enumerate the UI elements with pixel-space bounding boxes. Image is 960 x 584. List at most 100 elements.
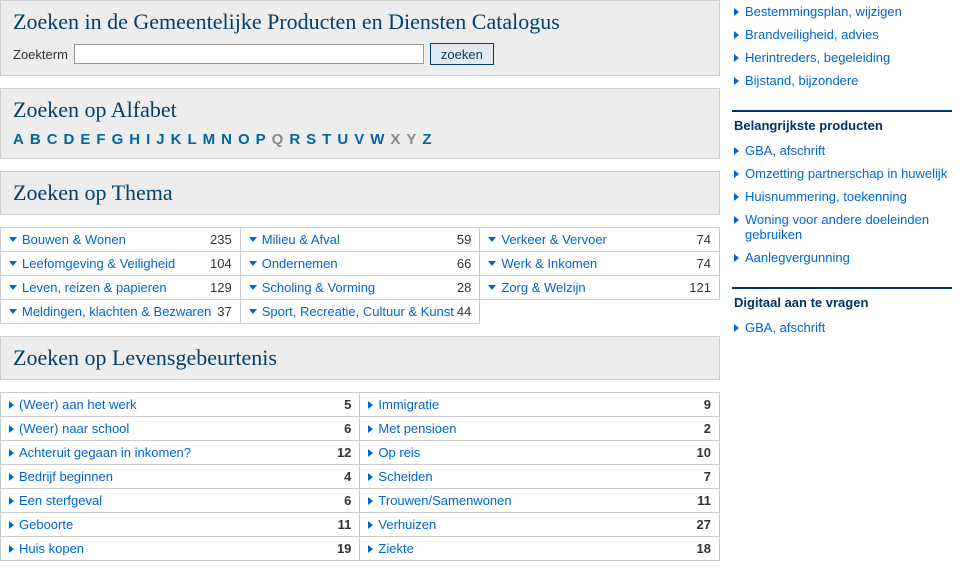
alpha-letter-p[interactable]: P — [256, 131, 266, 148]
chevron-down-icon — [249, 261, 257, 266]
sidebar-item[interactable]: Huisnummering, toekenning — [732, 185, 952, 208]
alpha-letter-u[interactable]: U — [337, 131, 348, 148]
chevron-down-icon — [249, 285, 257, 290]
life-cell[interactable]: Bedrijf beginnen4 — [1, 465, 360, 489]
theme-label: Zorg & Welzijn — [501, 280, 585, 295]
theme-cell[interactable]: Milieu & Afval 59 — [240, 228, 480, 252]
theme-label: Sport, Recreatie, Cultuur & Kunst — [262, 304, 454, 319]
search-button[interactable]: zoeken — [430, 43, 494, 65]
sidebar-section: Belangrijkste producten GBA, afschrift Omz… — [732, 110, 952, 269]
sidebar-item[interactable]: Brandveiligheid, advies — [732, 23, 952, 46]
life-label: Scheiden — [378, 469, 432, 484]
sidebar-item[interactable]: GBA, afschrift — [732, 139, 952, 162]
alpha-letter-g[interactable]: G — [112, 131, 124, 148]
theme-label: Milieu & Afval — [262, 232, 340, 247]
life-cell[interactable]: Trouwen/Samenwonen 11 — [360, 489, 720, 513]
alphabet-block: Zoeken op Alfabet ABCDEFGHIJKLMNOPQRSTUV… — [0, 88, 720, 159]
alpha-letter-m[interactable]: M — [203, 131, 216, 148]
alpha-letter-d[interactable]: D — [64, 131, 75, 148]
sidebar-item-label: Herintreders, begeleiding — [745, 50, 890, 65]
sidebar-section-title: Belangrijkste producten — [732, 110, 952, 139]
theme-cell[interactable]: Werk & Inkomen74 — [480, 252, 720, 276]
theme-cell[interactable]: Verkeer & Vervoer74 — [480, 228, 720, 252]
life-cell[interactable]: Geboorte11 — [1, 513, 360, 537]
theme-cell[interactable]: Zorg & Welzijn121 — [480, 276, 720, 300]
alpha-letter-v[interactable]: V — [354, 131, 364, 148]
chevron-right-icon — [734, 77, 739, 85]
life-cell[interactable]: Immigratie9 — [360, 393, 720, 417]
theme-label: Werk & Inkomen — [501, 256, 597, 271]
chevron-right-icon — [9, 425, 14, 433]
life-count: 19 — [337, 541, 351, 556]
theme-cell[interactable]: Meldingen, klachten & Bezwaren37 — [1, 300, 241, 324]
theme-count: 235 — [210, 232, 232, 247]
alpha-letter-e[interactable]: E — [80, 131, 90, 148]
life-cell[interactable]: Huis kopen19 — [1, 537, 360, 561]
chevron-right-icon — [9, 545, 14, 553]
chevron-down-icon — [9, 237, 17, 242]
alpha-letter-h[interactable]: H — [129, 131, 140, 148]
theme-count: 44 — [457, 304, 471, 319]
alpha-letter-o[interactable]: O — [238, 131, 250, 148]
alpha-letter-n[interactable]: N — [221, 131, 232, 148]
life-cell[interactable]: Een sterfgeval6 — [1, 489, 360, 513]
search-block: Zoeken in de Gemeentelijke Producten en … — [0, 0, 720, 76]
sidebar-item[interactable]: Aanlegvergunning — [732, 246, 952, 269]
theme-count: 59 — [457, 232, 471, 247]
life-label: Verhuizen — [378, 517, 436, 532]
sidebar-item[interactable]: Bijstand, bijzondere — [732, 69, 952, 92]
theme-label: Leven, reizen & papieren — [22, 280, 167, 295]
theme-cell[interactable]: Sport, Recreatie, Cultuur & Kunst44 — [240, 300, 480, 324]
alpha-letter-z[interactable]: Z — [422, 131, 431, 148]
alpha-letter-t[interactable]: T — [322, 131, 331, 148]
alpha-letter-f[interactable]: F — [96, 131, 105, 148]
sidebar-item[interactable]: Woning voor andere doeleinden gebruiken — [732, 208, 952, 246]
chevron-right-icon — [9, 473, 14, 481]
alpha-letter-j[interactable]: J — [156, 131, 164, 148]
chevron-right-icon — [368, 425, 373, 433]
theme-cell[interactable]: Ondernemen66 — [240, 252, 480, 276]
theme-cell[interactable]: Leefomgeving & Veiligheid104 — [1, 252, 241, 276]
alpha-letter-r[interactable]: R — [289, 131, 300, 148]
theme-cell[interactable]: Bouwen & Wonen235 — [1, 228, 241, 252]
life-cell[interactable]: (Weer) aan het werk 5 — [1, 393, 360, 417]
alpha-letter-s[interactable]: S — [306, 131, 316, 148]
life-label: (Weer) aan het werk — [19, 397, 137, 412]
life-label: Trouwen/Samenwonen — [378, 493, 511, 508]
alpha-letter-i[interactable]: I — [146, 131, 150, 148]
life-count: 7 — [704, 469, 711, 484]
search-input[interactable] — [74, 44, 424, 64]
life-count: 11 — [697, 493, 711, 508]
sidebar-item[interactable]: Omzetting partnerschap in huwelijk — [732, 162, 952, 185]
sidebar-item-label: GBA, afschrift — [745, 143, 825, 158]
life-count: 27 — [697, 517, 711, 532]
alpha-letter-b[interactable]: B — [30, 131, 41, 148]
life-count: 5 — [344, 397, 351, 412]
life-count: 18 — [697, 541, 711, 556]
chevron-down-icon — [249, 309, 257, 314]
life-cell[interactable]: Met pensioen2 — [360, 417, 720, 441]
alpha-letter-l[interactable]: L — [187, 131, 196, 148]
alpha-letter-c[interactable]: C — [47, 131, 58, 148]
sidebar-item[interactable]: Bestemmingsplan, wijzigen — [732, 0, 952, 23]
chevron-down-icon — [9, 285, 17, 290]
life-cell[interactable]: Op reis10 — [360, 441, 720, 465]
sidebar-item-label: Bestemmingsplan, wijzigen — [745, 4, 902, 19]
life-cell[interactable]: Achteruit gegaan in inkomen?12 — [1, 441, 360, 465]
chevron-down-icon — [488, 261, 496, 266]
life-cell[interactable]: Scheiden 7 — [360, 465, 720, 489]
life-cell[interactable]: Verhuizen 27 — [360, 513, 720, 537]
sidebar-item[interactable]: Herintreders, begeleiding — [732, 46, 952, 69]
alpha-letter-w[interactable]: W — [370, 131, 384, 148]
alpha-letter-k[interactable]: K — [171, 131, 182, 148]
theme-count: 104 — [210, 256, 232, 271]
alpha-letter-a[interactable]: A — [13, 131, 24, 148]
sidebar-section: Digitaal aan te vragenGBA, afschrift — [732, 287, 952, 339]
life-cell[interactable]: (Weer) naar school6 — [1, 417, 360, 441]
life-cell[interactable]: Ziekte 18 — [360, 537, 720, 561]
life-label: Ziekte — [378, 541, 413, 556]
sidebar-item[interactable]: GBA, afschrift — [732, 316, 952, 339]
theme-cell[interactable]: Leven, reizen & papieren129 — [1, 276, 241, 300]
chevron-right-icon — [368, 401, 373, 409]
theme-cell[interactable]: Scholing & Vorming28 — [240, 276, 480, 300]
